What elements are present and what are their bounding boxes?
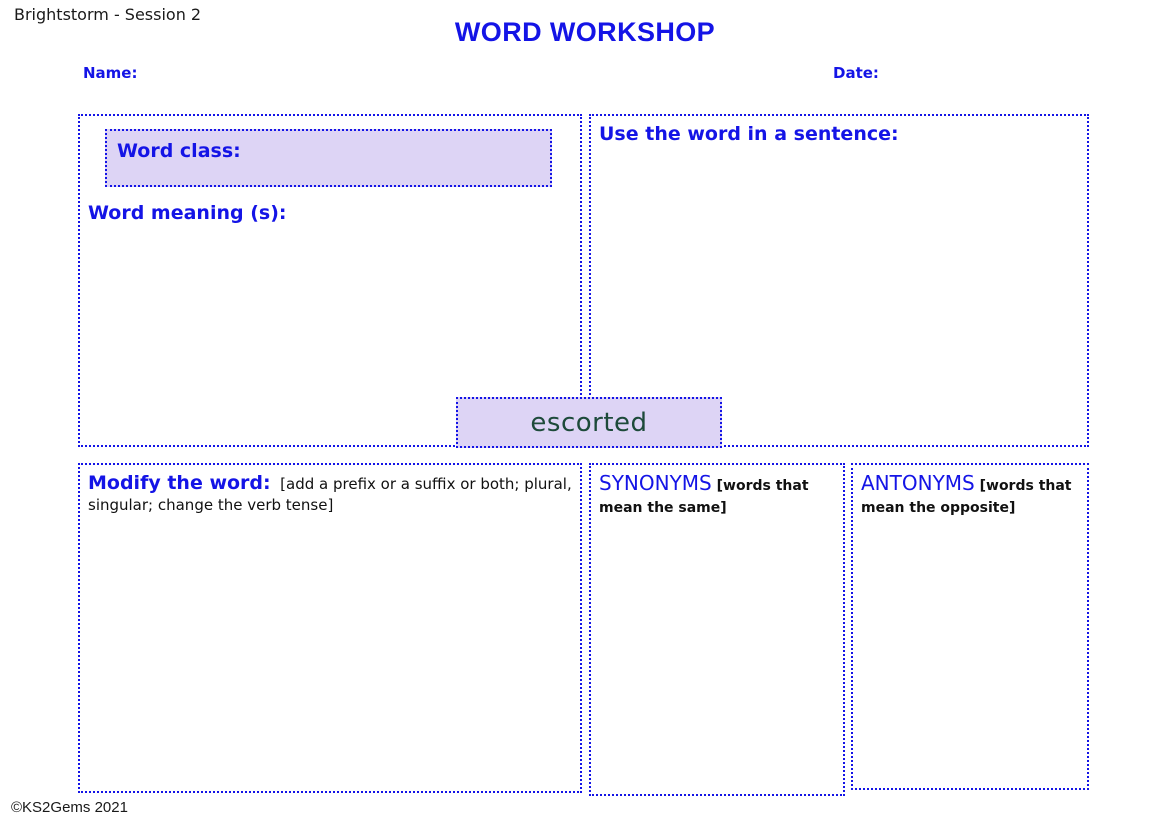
focus-word-text: escorted — [530, 408, 647, 438]
page-title: WORD WORKSHOP — [0, 17, 1170, 48]
date-field-label: Date: — [833, 64, 879, 82]
antonyms-panel[interactable]: ANTONYMS [words that mean the opposite] — [851, 463, 1089, 790]
copyright-credit: ©KS2Gems 2021 — [11, 799, 128, 816]
word-class-label: Word class: — [117, 140, 241, 162]
sentence-label: Use the word in a sentence: — [599, 123, 899, 145]
synonyms-prompt: SYNONYMS [words that mean the same] — [599, 471, 838, 518]
word-class-box[interactable]: Word class: — [105, 129, 552, 187]
modify-word-panel[interactable]: Modify the word: [add a prefix or a suff… — [78, 463, 582, 793]
synonyms-heading: SYNONYMS — [599, 471, 712, 495]
antonyms-heading: ANTONYMS — [861, 471, 975, 495]
modify-word-heading: Modify the word: — [88, 472, 271, 494]
synonyms-panel[interactable]: SYNONYMS [words that mean the same] — [589, 463, 845, 796]
antonyms-prompt: ANTONYMS [words that mean the opposite] — [861, 471, 1082, 518]
name-field-label: Name: — [83, 64, 137, 82]
modify-word-prompt: Modify the word: [add a prefix or a suff… — [88, 471, 575, 516]
focus-word-box: escorted — [456, 397, 722, 448]
word-meaning-label: Word meaning (s): — [88, 202, 286, 224]
